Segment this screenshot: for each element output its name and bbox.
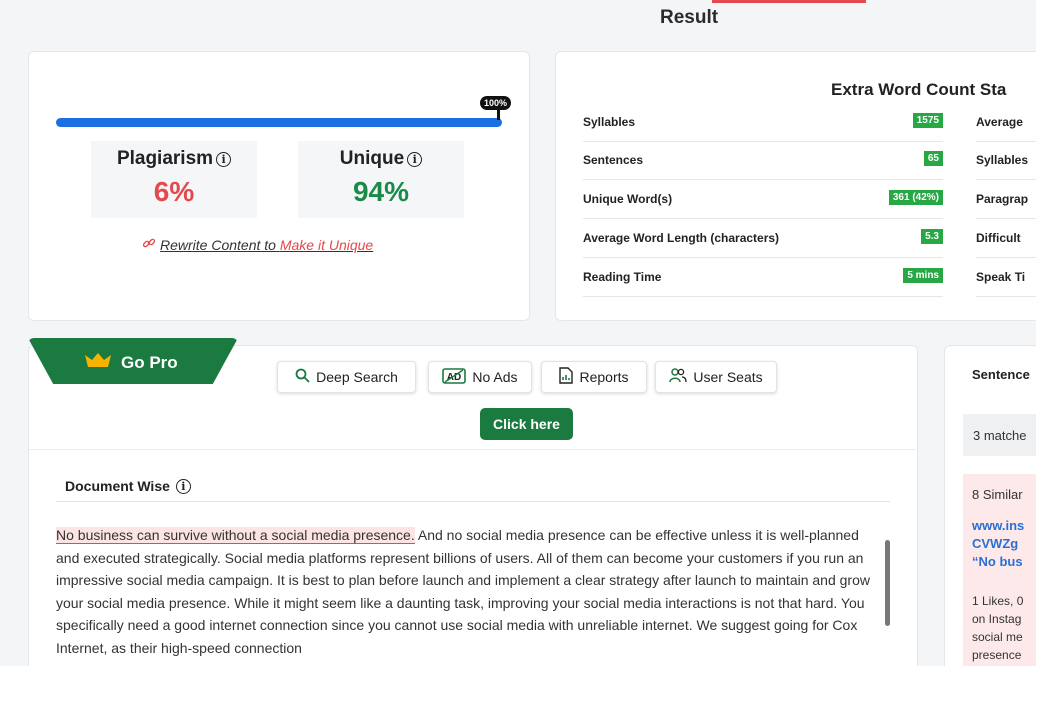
source-snippet: 1 Likes, 0 on Instag social me presence: [972, 592, 1023, 664]
crown-icon: [84, 352, 112, 373]
stat-row: Average Word Length (characters) 5.3: [583, 219, 943, 258]
stat-badge: 361 (42%): [888, 190, 943, 205]
snippet-line: on Instag: [972, 612, 1022, 626]
svg-text:AD: AD: [447, 372, 461, 383]
unique-label: Unique: [339, 148, 405, 169]
word-stats-title: Extra Word Count Sta: [831, 80, 1007, 99]
source-link-line: “No bus: [972, 554, 1023, 569]
feature-label: No Ads: [472, 369, 518, 385]
stat-badge: 5 mins: [903, 268, 943, 283]
stat-label: Difficult: [976, 231, 1021, 245]
highlighted-sentence[interactable]: No business can survive without a social…: [56, 527, 415, 544]
go-pro-label: Go Pro: [121, 353, 178, 372]
stat-row: Sentences 65: [583, 141, 943, 180]
feature-user-seats[interactable]: User Seats: [655, 361, 777, 393]
sentence-heading: Sentence: [972, 367, 1030, 382]
stat-badge: 5.3: [921, 229, 943, 244]
report-icon: [559, 367, 574, 387]
stat-label: Average: [976, 115, 1023, 129]
rewrite-link[interactable]: Rewrite Content to Make it Unique: [142, 236, 373, 253]
stat-label: Sentences: [583, 153, 644, 167]
make-unique-link[interactable]: Make it Unique: [280, 237, 373, 253]
users-icon: [669, 368, 688, 386]
stat-label: Syllables: [976, 153, 1029, 167]
document-wise-heading: Document Wise i: [65, 478, 191, 494]
stat-row-secondary: Average: [976, 103, 1036, 142]
click-here-button[interactable]: Click here: [480, 408, 573, 440]
feature-reports[interactable]: Reports: [541, 361, 647, 393]
stat-label: Paragrap: [976, 192, 1029, 206]
divider: [56, 501, 890, 502]
feature-no-ads[interactable]: AD No Ads: [428, 361, 532, 393]
document-text: No business can survive without a social…: [56, 524, 882, 659]
stat-badge: 1575: [912, 113, 943, 128]
source-link[interactable]: www.ins CVWZg “No bus: [972, 517, 1024, 571]
feature-label: Deep Search: [316, 369, 398, 385]
stat-badge: 65: [923, 151, 943, 166]
snippet-line: social me: [972, 630, 1023, 644]
similar-result: 8 Similar www.ins CVWZg “No bus 1 Likes,…: [963, 474, 1036, 666]
stat-row-secondary: Syllables: [976, 141, 1036, 180]
progress-badge: 100%: [480, 96, 512, 110]
link-icon: [142, 236, 156, 253]
plagiarism-box: Plagiarism i 6%: [91, 141, 257, 218]
ad-icon: AD: [442, 367, 467, 387]
stat-row: Reading Time 5 mins: [583, 258, 943, 297]
divider: [29, 449, 916, 450]
go-pro-tab[interactable]: Go Pro: [28, 338, 238, 384]
progress-fill: [56, 118, 502, 127]
progress-bar: [56, 118, 502, 127]
stat-row: Syllables 1575: [583, 103, 943, 142]
snippet-line: 1 Likes, 0: [972, 594, 1024, 608]
stat-label: Syllables: [583, 115, 636, 129]
matches-bar: 3 matche: [963, 414, 1036, 456]
scrollbar[interactable]: [885, 540, 890, 626]
info-icon[interactable]: i: [216, 151, 232, 167]
unique-value: 94%: [352, 176, 410, 207]
active-tab-indicator: [712, 0, 866, 3]
unique-box: Unique i 94%: [298, 141, 464, 218]
source-link-line: CVWZg: [972, 536, 1019, 551]
rewrite-text: Rewrite Content to: [160, 237, 276, 253]
feature-label: User Seats: [693, 369, 763, 385]
plagiarism-label: Plagiarism: [116, 148, 214, 169]
app-viewport: Result 100% Plagiarism i 6% Unique i 94%…: [0, 0, 1036, 666]
progress-marker: [497, 110, 500, 120]
stat-label: Average Word Length (characters): [583, 231, 780, 245]
info-icon[interactable]: i: [175, 478, 191, 494]
snippet-line: presence: [972, 648, 1022, 662]
stat-row: Unique Word(s) 361 (42%): [583, 180, 943, 219]
page-title: Result: [660, 7, 719, 28]
document-body: And no social media presence can be effe…: [56, 527, 870, 656]
stat-row-secondary: Speak Ti: [976, 258, 1036, 297]
stat-label: Speak Ti: [976, 270, 1026, 284]
similar-count: 8 Similar: [972, 487, 1023, 502]
stat-row-secondary: Difficult: [976, 219, 1036, 258]
feature-deep-search[interactable]: Deep Search: [277, 361, 416, 393]
document-wise-label: Document Wise: [65, 478, 170, 494]
feature-label: Reports: [579, 369, 629, 385]
stat-label: Reading Time: [583, 270, 662, 284]
stat-row-secondary: Paragrap: [976, 180, 1036, 219]
stat-label: Unique Word(s): [583, 192, 673, 206]
magnifier-icon: [295, 368, 310, 386]
source-link-line: www.ins: [972, 518, 1025, 533]
plagiarism-value: 6%: [153, 176, 195, 207]
matches-text: 3 matche: [973, 428, 1027, 443]
info-icon[interactable]: i: [407, 151, 423, 167]
